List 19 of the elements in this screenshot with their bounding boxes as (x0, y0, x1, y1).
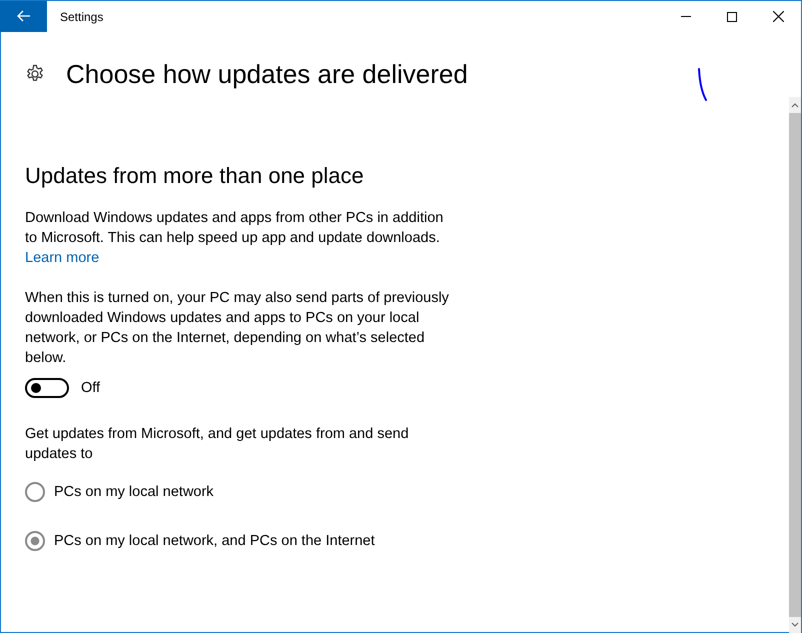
radio-button[interactable] (25, 531, 45, 551)
back-button[interactable] (0, 0, 47, 32)
radio-button[interactable] (25, 482, 45, 502)
description-text: Download Windows updates and apps from other PCs in addition to Microsoft. This can help speed up app and update downloads. (25, 209, 444, 248)
section-heading: Updates from more than one place (25, 162, 365, 190)
maximize-icon (727, 12, 737, 22)
radio-label[interactable]: PCs on my local network (54, 482, 214, 502)
window-title: Settings (60, 10, 104, 24)
toggle-state-label: Off (81, 379, 100, 398)
page-title: Choose how updates are delivered (66, 58, 468, 91)
learn-more-link[interactable]: Learn more (25, 248, 100, 268)
close-icon (772, 11, 784, 22)
note-text: When this is turned on, your PC may also send parts of previously downloaded Windows updates and apps to PCs on your local network, or PCs on the Internet, depending on what’s selected below. (25, 289, 450, 368)
radio-label[interactable]: PCs on my local network, and PCs on the Internet (54, 531, 375, 551)
prompt-text: Get updates from Microsoft, and get updates from and send updates to (25, 425, 410, 464)
back-arrow-icon (16, 10, 30, 22)
settings-icon (25, 64, 45, 84)
toggle-switch[interactable] (25, 378, 69, 398)
minimize-icon (681, 16, 691, 17)
